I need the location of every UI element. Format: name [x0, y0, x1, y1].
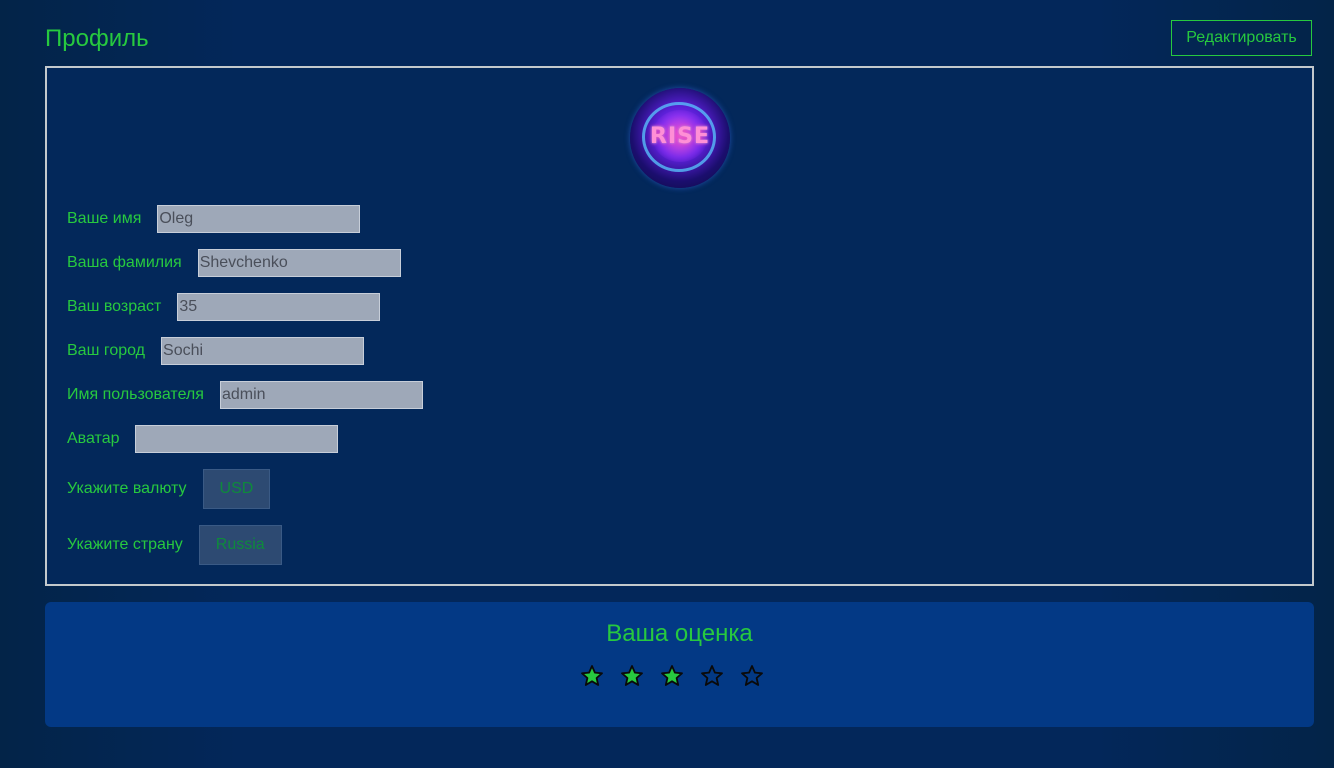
star-icon[interactable] — [700, 664, 724, 688]
field-currency: Укажите валюту USD — [67, 469, 271, 509]
rating-card: Ваша оценка — [45, 602, 1314, 727]
star-icon[interactable] — [660, 664, 684, 688]
username-input[interactable] — [219, 381, 423, 409]
avatar-logo-text: RISE — [650, 124, 710, 149]
first-name-label: Ваше имя — [67, 210, 142, 227]
field-country: Укажите страну Russia — [67, 525, 282, 565]
rating-stars — [580, 664, 764, 688]
currency-select[interactable]: USD — [202, 469, 271, 509]
city-label: Ваш город — [67, 342, 146, 359]
age-input[interactable] — [177, 293, 381, 321]
field-city: Ваш город — [67, 337, 365, 365]
profile-page: Профиль Редактировать RISE Ваше имя Ваша… — [0, 0, 1334, 768]
star-icon[interactable] — [740, 664, 764, 688]
rating-title: Ваша оценка — [606, 620, 753, 647]
currency-label: Укажите валюту — [67, 480, 187, 497]
field-first-name: Ваше имя — [67, 205, 361, 233]
edit-button[interactable]: Редактировать — [1171, 20, 1312, 56]
first-name-input[interactable] — [157, 205, 361, 233]
field-last-name: Ваша фамилия — [67, 249, 401, 277]
country-label: Укажите страну — [67, 536, 183, 553]
age-label: Ваш возраст — [67, 298, 162, 315]
star-icon[interactable] — [580, 664, 604, 688]
last-name-label: Ваша фамилия — [67, 254, 182, 271]
profile-panel: RISE Ваше имя Ваша фамилия Ваш возраст В… — [45, 66, 1314, 586]
field-username: Имя пользователя — [67, 381, 423, 409]
city-input[interactable] — [161, 337, 365, 365]
last-name-input[interactable] — [197, 249, 401, 277]
username-label: Имя пользователя — [67, 386, 204, 403]
field-avatar: Аватар — [67, 425, 339, 453]
avatar-label: Аватар — [67, 430, 120, 447]
country-select[interactable]: Russia — [198, 525, 282, 565]
page-title: Профиль — [45, 25, 149, 52]
star-icon[interactable] — [620, 664, 644, 688]
field-age: Ваш возраст — [67, 293, 381, 321]
avatar-logo-icon: RISE — [630, 88, 730, 188]
avatar-input[interactable] — [135, 425, 339, 453]
